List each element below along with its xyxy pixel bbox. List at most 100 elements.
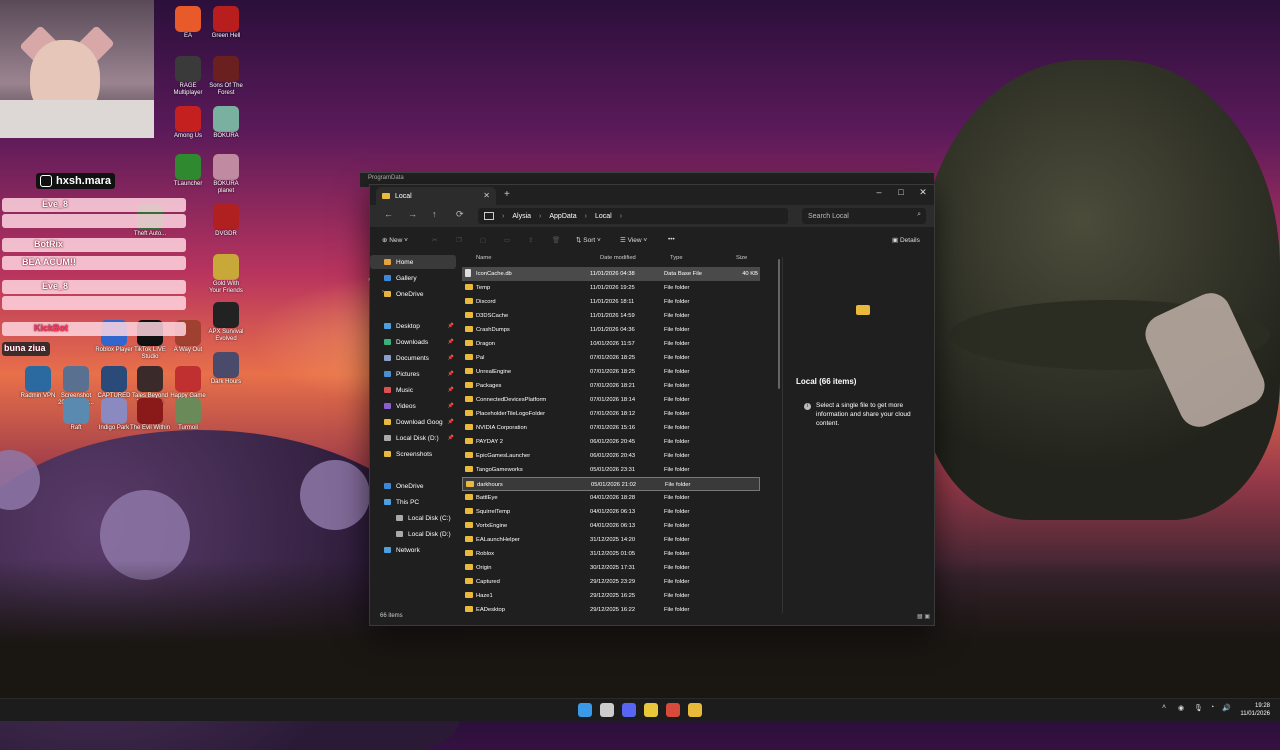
desktop-shortcut[interactable]: TLauncher [168,154,208,188]
desktop-shortcut[interactable]: DVGDR [206,204,246,238]
tab-local[interactable]: Local ✕ [376,187,496,205]
file-row[interactable]: Roblox 31/12/2025 01:05 File folder [462,547,760,561]
nav-item-pictures[interactable]: Pictures 📌 [370,367,456,381]
details-button[interactable]: ▣ Details [892,236,920,244]
sort-button[interactable]: ⇅ Sort ˅ [576,236,601,244]
view-button[interactable]: ☰ View ˅ [620,236,647,244]
file-row[interactable]: Captured 29/12/2025 23:29 File folder [462,575,760,589]
file-row[interactable]: Haze1 29/12/2025 16:25 File folder [462,589,760,603]
nav-item-videos[interactable]: Videos 📌 [370,399,456,413]
minimize-button[interactable]: – [868,187,890,197]
close-button[interactable]: ✕ [912,187,934,198]
close-tab-icon[interactable]: ✕ [483,191,490,200]
pane-divider[interactable] [782,257,783,613]
file-row[interactable]: EALaunchHelper 31/12/2025 14:20 File folde… [462,533,760,547]
share-icon[interactable]: ⇪ [528,236,533,244]
nav-item-this-pc[interactable]: This PC [370,495,456,509]
desktop-shortcut[interactable]: Gold With Your Friends [206,254,246,295]
column-header-date[interactable]: Date modified [600,255,636,261]
file-row[interactable]: Origin 30/12/2025 17:31 File folder [462,561,760,575]
desktop-shortcut[interactable]: RAGE Multiplayer [168,56,208,97]
file-row[interactable]: Temp 11/01/2026 19:25 File folder [462,281,760,295]
desktop-shortcut[interactable]: Radmin VPN [18,366,58,400]
desktop-shortcut[interactable]: Among Us [168,106,208,140]
nav-item-music[interactable]: Music 📌 [370,383,456,397]
chrome-app[interactable] [644,703,658,717]
file-row[interactable]: EADesktop 29/12/2025 16:22 File folder [462,603,760,615]
app-tray-icon[interactable]: ◉ [1178,704,1184,712]
nav-item-onedrive[interactable]: OneDrive [370,287,456,301]
copy-icon[interactable]: ❐ [456,236,462,244]
nav-item-home[interactable]: Home [370,255,456,269]
file-row[interactable]: NVIDIA Corporation 07/01/2026 15:16 File f… [462,421,760,435]
nav-item-network[interactable]: Network [370,543,456,557]
column-header-name[interactable]: Name [476,255,491,261]
refresh-button[interactable]: ⟳ [456,209,464,220]
desktop-shortcut[interactable]: Dark Hours [206,352,246,386]
wifi-icon[interactable]: ◔ [1210,704,1214,711]
nav-item-local-disk-d-[interactable]: Local Disk (D:) 📌 [370,431,456,445]
mic-icon[interactable]: 🎙 [1194,704,1203,712]
file-row[interactable]: Dragon 10/01/2026 11:57 File folder [462,337,760,351]
file-row[interactable]: ConnectedDevicesPlatform 07/01/2026 18:14… [462,393,760,407]
desktop-shortcut[interactable]: Indigo Park [94,398,134,432]
cut-icon[interactable]: ✂ [432,236,437,244]
nav-item-local-disk-c-[interactable]: Local Disk (C:) [370,511,456,525]
delete-icon[interactable]: 🗑 [552,236,560,244]
back-button[interactable]: ← [384,209,393,219]
file-row[interactable]: Pal 07/01/2026 18:25 File folder [462,351,760,365]
file-row[interactable]: BattlEye 04/01/2026 18:28 File folder [462,491,760,505]
file-row[interactable]: D3DSCache 11/01/2026 14:59 File folder [462,309,760,323]
desktop-shortcut[interactable]: Turmoil [168,398,208,432]
desktop-shortcut[interactable]: BOKURA [206,106,246,140]
file-row[interactable]: SquirrelTemp 04/01/2026 06:13 File folder [462,505,760,519]
column-header-type[interactable]: Type [670,255,683,261]
maximize-button[interactable]: □ [890,187,912,197]
file-row[interactable]: darkhours 05/01/2026 21:02 File folder [462,477,760,491]
tiles-view-icon[interactable]: ▣ [924,614,930,620]
file-row[interactable]: PlaceholderTileLogoFolder 07/01/2026 18:1… [462,407,760,421]
file-row[interactable]: EpicGamesLauncher 06/01/2026 20:43 File fo… [462,449,760,463]
nav-item-screenshots[interactable]: Screenshots [370,447,456,461]
paste-icon[interactable]: ▢ [480,236,486,244]
explorer-app[interactable] [688,703,702,717]
breadcrumb-alysia[interactable]: Alysia [512,213,531,220]
details-view-icon[interactable]: ▦ [917,614,923,620]
clock[interactable]: 19:28 11/01/2026 [1240,702,1270,718]
file-row[interactable]: CrashDumps 11/01/2026 04:36 File folder [462,323,760,337]
taskview-button[interactable] [600,703,614,717]
breadcrumb-local[interactable]: Local [595,213,612,220]
nav-item-documents[interactable]: Documents 📌 [370,351,456,365]
discord-app[interactable] [622,703,636,717]
file-row[interactable]: VortxEngine 04/01/2026 06:13 File folder [462,519,760,533]
forward-button[interactable]: → [408,209,417,219]
file-row[interactable]: IconCache.db 11/01/2026 04:38 Data Base Fi… [462,267,760,281]
desktop-shortcut[interactable]: EA [168,6,208,40]
desktop-shortcut[interactable]: BOKURA planet [206,154,246,195]
file-row[interactable]: PAYDAY 2 06/01/2026 20:45 File folder [462,435,760,449]
desktop-shortcut[interactable]: Happy Game [168,366,208,400]
nav-item-onedrive[interactable]: OneDrive [370,479,456,493]
up-button[interactable]: ↑ [432,209,437,219]
desktop-shortcut[interactable]: Sons Of The Forest [206,56,246,97]
scrollbar[interactable] [778,259,780,389]
desktop-shortcut[interactable]: APX Survival Evolved [206,302,246,343]
nav-item-downloads[interactable]: Downloads 📌 [370,335,456,349]
chrome-app-2[interactable] [666,703,680,717]
desktop-shortcut[interactable]: CAPTURED [94,366,134,400]
more-options-icon[interactable]: ••• [668,236,675,243]
breadcrumb-appdata[interactable]: AppData [549,213,576,220]
address-bar[interactable]: › Alysia › AppData › Local › [478,208,788,224]
start-button[interactable] [578,703,592,717]
title-bar[interactable]: Local ✕ + – □ ✕ [370,185,934,205]
nav-item-desktop[interactable]: Desktop 📌 [370,319,456,333]
file-row[interactable]: Packages 07/01/2026 18:21 File folder [462,379,760,393]
desktop-shortcut[interactable]: The Evil Within [130,398,170,432]
background-tab-label[interactable]: ProgramData [368,175,404,181]
nav-item-gallery[interactable]: Gallery [370,271,456,285]
new-tab-button[interactable]: + [504,189,510,200]
rename-icon[interactable]: ▭ [504,236,510,244]
desktop-shortcut[interactable]: Raft [56,398,96,432]
new-button[interactable]: ⊕ New ˅ [382,236,408,244]
desktop-shortcut[interactable]: Green Hell [206,6,246,40]
